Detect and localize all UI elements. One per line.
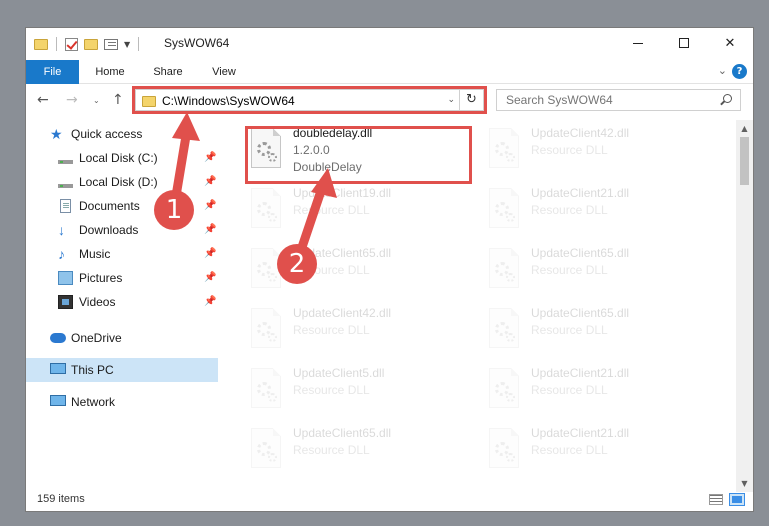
arrow-1-head — [172, 112, 200, 141]
annotation-arrows — [169, 112, 337, 267]
step-1-badge: 1 — [154, 190, 194, 230]
step-2-badge: 2 — [277, 244, 317, 284]
arrow-2-head — [311, 168, 337, 198]
